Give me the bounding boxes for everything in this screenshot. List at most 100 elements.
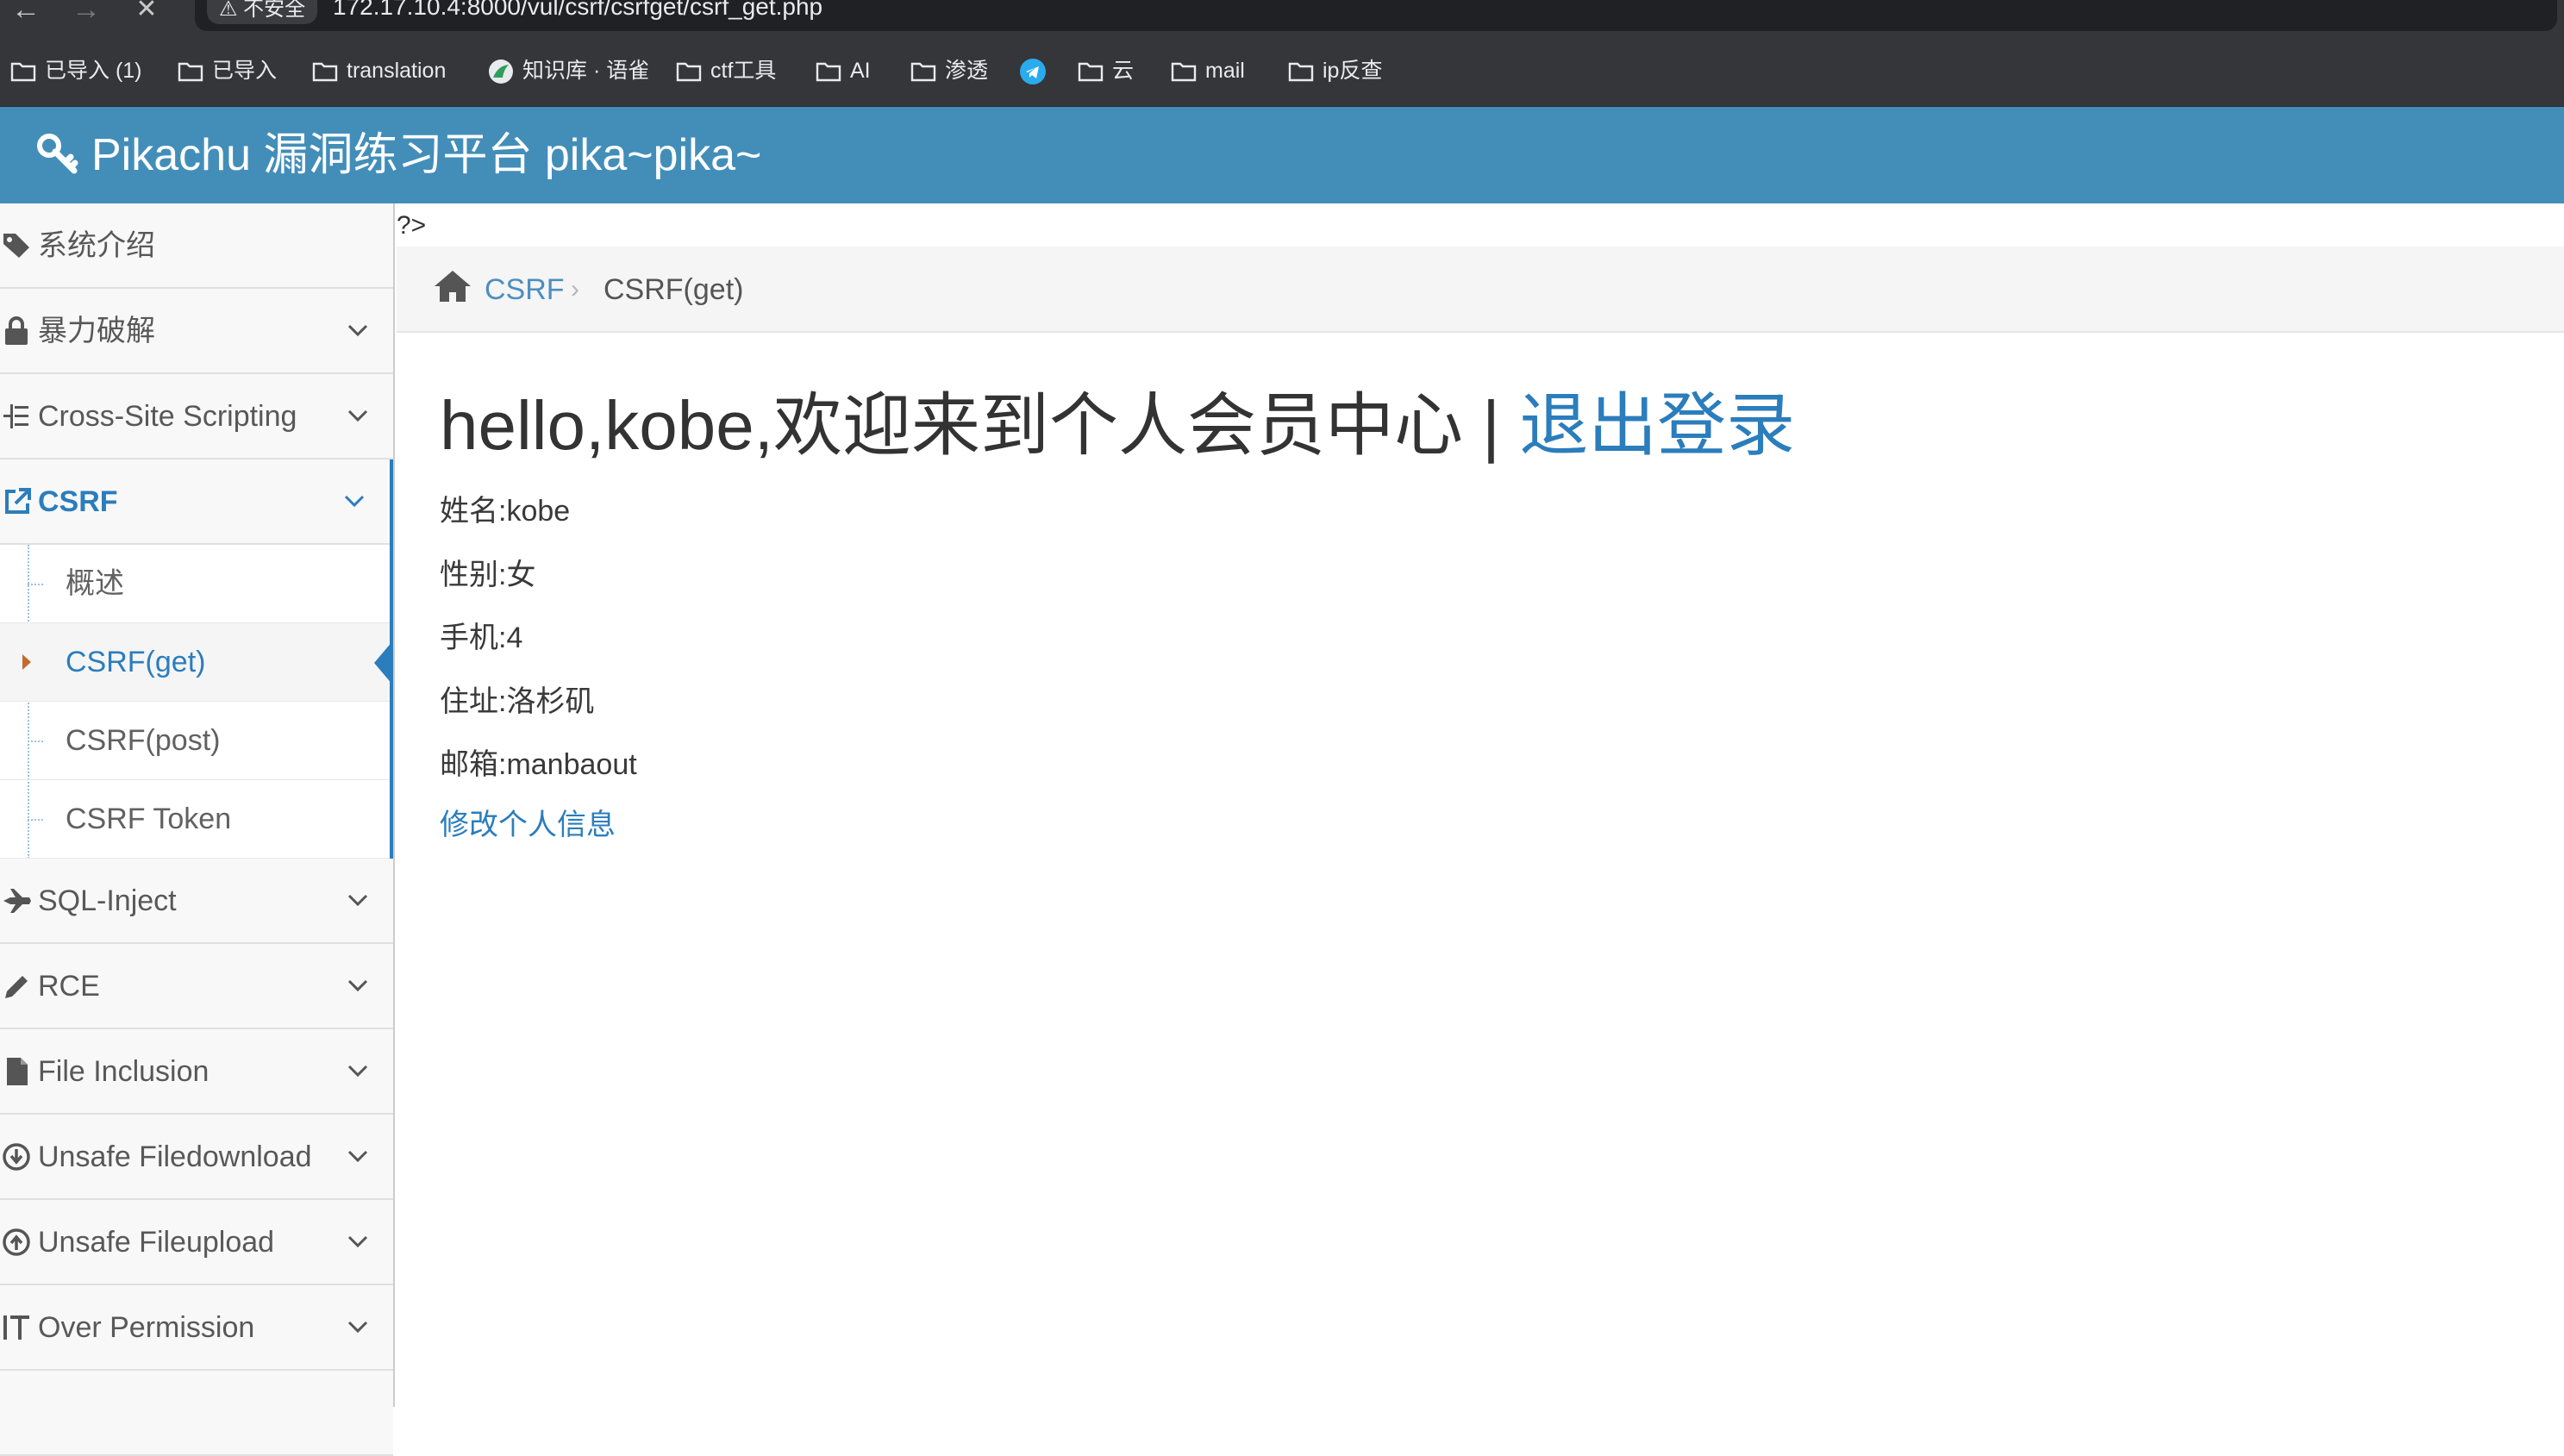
bookmark-label: translation — [347, 59, 447, 83]
sidebar-item-brute-force[interactable]: 暴力破解 — [0, 289, 393, 374]
sidebar-menu: 系统介绍 暴力破解 Cross-Site Scripting CSRF 概述 C… — [0, 203, 395, 1456]
forward-arrow-icon[interactable]: → — [69, 0, 103, 34]
sidebar-item-more[interactable] — [0, 1371, 393, 1456]
folder-icon — [312, 63, 338, 82]
telegram-icon — [1020, 59, 1046, 85]
sidebar-item-csrf[interactable]: CSRF — [0, 459, 390, 545]
folder-icon — [910, 63, 936, 82]
sidebar-item-intro[interactable]: 系统介绍 — [0, 203, 393, 289]
home-icon — [435, 271, 471, 302]
bookmark-label: mail — [1205, 59, 1245, 83]
stop-loading-icon[interactable]: ✕ — [129, 0, 164, 34]
bookmark-folder-mail[interactable]: mail — [1171, 53, 1245, 88]
bookmark-telegram[interactable] — [1019, 53, 1055, 88]
breadcrumb-current: CSRF(get) — [603, 273, 744, 306]
bookmark-label: 渗透 — [945, 59, 989, 83]
bookmark-label: 云 — [1112, 59, 1135, 83]
bookmark-folder-imported-1[interactable]: 已导入 (1) — [10, 53, 142, 88]
breadcrumb-csrf-link[interactable]: CSRF — [485, 247, 565, 333]
lock-icon — [5, 316, 28, 345]
submenu-item-overview[interactable]: 概述 — [0, 545, 390, 623]
sidebar-item-label: CSRF — [38, 485, 118, 518]
main-content: ?> CSRF › CSRF(get) hello,kobe,欢迎来到个人会员中… — [397, 203, 2564, 1407]
address-bar[interactable]: ⚠ 不安全 172.17.10.4:8000/vul/csrf/csrfget/… — [195, 0, 2557, 31]
chevron-down-icon — [347, 1235, 368, 1248]
submenu-item-label: CSRF Token — [66, 803, 232, 835]
sidebar-item-over-permission[interactable]: Over Permission — [0, 1285, 393, 1371]
breadcrumb: CSRF › CSRF(get) — [397, 247, 2564, 333]
site-header: Pikachu 漏洞练习平台 pika~pika~ — [0, 107, 2564, 203]
folder-icon — [1288, 63, 1314, 82]
sidebar-item-xss[interactable]: Cross-Site Scripting — [0, 374, 393, 459]
chevron-down-icon — [347, 1065, 368, 1078]
sidebar-item-label: File Inclusion — [38, 1055, 209, 1088]
bookmark-folder-ai[interactable]: AI — [816, 53, 871, 88]
sidebar-item-sql-inject[interactable]: SQL-Inject — [0, 859, 393, 944]
sidebar-item-label: RCE — [38, 970, 100, 1003]
site-title-text: Pikachu 漏洞练习平台 pika~pika~ — [91, 130, 762, 180]
csrf-submenu: 概述 CSRF(get) CSRF(post) CSRF Token — [0, 545, 393, 859]
sidebar-item-label: Unsafe Filedownload — [38, 1140, 312, 1173]
logout-link[interactable]: 退出登录 — [1519, 387, 1795, 464]
chevron-down-icon — [344, 495, 365, 508]
submenu-item-label: CSRF(post) — [66, 724, 221, 757]
edit-profile-link[interactable]: 修改个人信息 — [440, 807, 616, 843]
chevron-down-icon — [347, 894, 368, 907]
submenu-item-csrf-token[interactable]: CSRF Token — [0, 780, 390, 859]
info-name: 姓名:kobe — [440, 495, 571, 528]
bookmark-folder-imported[interactable]: 已导入 — [178, 53, 277, 88]
bookmark-label: AI — [850, 59, 871, 83]
submenu-item-label: 概述 — [66, 567, 124, 600]
breadcrumb-separator: › — [571, 275, 579, 303]
pencil-icon — [5, 976, 28, 998]
chevron-down-icon — [347, 979, 368, 992]
sidebar-item-label: SQL-Inject — [38, 884, 177, 917]
sidebar-item-rce[interactable]: RCE — [0, 944, 393, 1029]
back-arrow-icon[interactable]: ← — [9, 0, 43, 34]
tree-dash — [28, 819, 43, 821]
tags-icon — [3, 234, 29, 258]
active-indicator — [374, 641, 393, 685]
sidebar-item-unsafe-fileupload[interactable]: Unsafe Fileupload — [0, 1200, 393, 1285]
text-cursor-icon — [3, 1315, 29, 1340]
bookmark-folder-ctf-tools[interactable]: ctf工具 — [676, 53, 776, 88]
info-gender: 性别:女 — [440, 559, 536, 591]
submenu-item-csrf-get[interactable]: CSRF(get) — [0, 623, 393, 702]
key-icon — [37, 134, 78, 174]
folder-icon — [178, 63, 203, 82]
external-link-icon — [5, 488, 31, 514]
info-phone: 手机:4 — [440, 622, 523, 654]
folder-icon — [1171, 63, 1197, 82]
download-circle-icon — [3, 1143, 30, 1171]
sidebar-item-label: 系统介绍 — [38, 229, 155, 262]
sidebar-item-file-inclusion[interactable]: File Inclusion — [0, 1029, 393, 1115]
bookmark-yuque[interactable]: 知识库 · 语雀 — [488, 53, 649, 88]
info-email: 邮箱:manbaout — [440, 748, 637, 781]
browser-toolbar: ← → ✕ ⚠ 不安全 172.17.10.4:8000/vul/csrf/cs… — [0, 0, 2564, 34]
sidebar-item-unsafe-filedownload[interactable]: Unsafe Filedownload — [0, 1115, 393, 1200]
file-icon — [7, 1058, 28, 1085]
bookmark-label: 已导入 — [212, 59, 278, 83]
chevron-down-icon — [347, 324, 368, 337]
upload-circle-icon — [3, 1228, 30, 1256]
tree-dash — [28, 740, 43, 742]
csrf-menu-group: CSRF 概述 CSRF(get) CSRF(post) CSRF Token — [0, 459, 393, 859]
bookmark-label: 知识库 · 语雀 — [522, 59, 650, 83]
bookmark-folder-ip-lookup[interactable]: ip反查 — [1288, 53, 1382, 88]
submenu-item-csrf-post[interactable]: CSRF(post) — [0, 702, 390, 780]
url-text[interactable]: 172.17.10.4:8000/vul/csrf/csrfget/csrf_g… — [333, 0, 822, 19]
yuque-logo-icon — [489, 59, 513, 84]
folder-icon — [10, 63, 36, 82]
list-tree-icon — [3, 404, 28, 428]
bookmark-folder-pentest[interactable]: 渗透 — [910, 53, 988, 88]
info-address: 住址:洛杉矶 — [440, 685, 595, 718]
security-warning-chip[interactable]: ⚠ 不安全 — [207, 0, 318, 24]
bookmark-folder-translation[interactable]: translation — [312, 53, 446, 88]
chevron-down-icon — [347, 409, 368, 422]
sidebar-item-label: Cross-Site Scripting — [38, 400, 297, 433]
sidebar-item-label: Unsafe Fileupload — [38, 1226, 275, 1259]
sidebar-item-label: Over Permission — [38, 1311, 255, 1344]
bookmark-label: 已导入 (1) — [45, 59, 142, 83]
site-title[interactable]: Pikachu 漏洞练习平台 pika~pika~ — [36, 128, 761, 183]
bookmark-folder-cloud[interactable]: 云 — [1078, 53, 1134, 88]
